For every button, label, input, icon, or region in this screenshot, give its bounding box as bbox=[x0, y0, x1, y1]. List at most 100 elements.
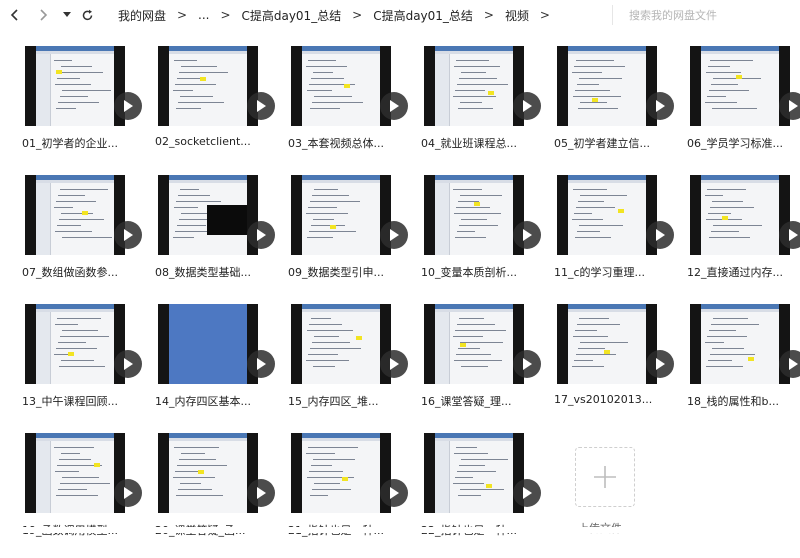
play-icon bbox=[124, 100, 133, 112]
video-thumbnail bbox=[25, 46, 125, 126]
video-file-tile[interactable]: 06_学员学习标准... bbox=[685, 46, 800, 171]
play-button[interactable] bbox=[247, 92, 275, 120]
video-file-tile[interactable]: 22_指针也是一种... bbox=[419, 433, 541, 558]
thumbnail-screen bbox=[302, 433, 380, 513]
thumbnail-screen bbox=[701, 175, 779, 255]
breadcrumb-separator: > bbox=[483, 8, 494, 22]
video-file-tile[interactable]: 01_初学者的企业... bbox=[20, 46, 142, 171]
video-file-tile[interactable]: 12_直接通过内存... bbox=[685, 175, 800, 300]
thumbnail-screen bbox=[568, 304, 646, 384]
video-file-tile[interactable]: 08_数据类型基础... bbox=[153, 175, 275, 300]
video-thumbnail bbox=[158, 304, 258, 384]
thumbnail-screen bbox=[701, 46, 779, 126]
play-button[interactable] bbox=[380, 221, 408, 249]
play-icon bbox=[257, 229, 266, 241]
file-name: 17_vs20102013... bbox=[554, 393, 653, 406]
video-thumbnail bbox=[424, 175, 524, 255]
video-file-tile[interactable]: 04_就业班课程总... bbox=[419, 46, 541, 171]
thumbnail-screen bbox=[169, 175, 247, 255]
video-file-tile[interactable]: 09_数据类型引申... bbox=[286, 175, 408, 300]
thumbnail-screen bbox=[302, 175, 380, 255]
video-thumbnail bbox=[690, 46, 790, 126]
video-file-tile[interactable]: 14_内存四区基本... bbox=[153, 304, 275, 429]
play-button[interactable] bbox=[114, 221, 142, 249]
file-name: 07_数组做函数参... bbox=[22, 266, 118, 279]
video-thumbnail bbox=[291, 46, 391, 126]
play-button[interactable] bbox=[779, 221, 800, 249]
play-button[interactable] bbox=[114, 479, 142, 507]
breadcrumb-item-home[interactable]: 我的网盘 bbox=[116, 7, 168, 24]
breadcrumb-item-ellipsis[interactable]: ... bbox=[196, 8, 211, 22]
search-input[interactable]: 搜索我的网盘文件 bbox=[612, 5, 800, 25]
thumbnail-screen bbox=[169, 46, 247, 126]
back-button[interactable] bbox=[6, 4, 24, 26]
video-thumbnail bbox=[690, 304, 790, 384]
video-file-tile[interactable]: 10_变量本质剖析... bbox=[419, 175, 541, 300]
video-thumbnail bbox=[557, 304, 657, 384]
chevron-right-icon bbox=[40, 9, 48, 21]
thumbnail-screen bbox=[435, 175, 513, 255]
play-button[interactable] bbox=[646, 350, 674, 378]
file-name: 08_数据类型基础... bbox=[155, 266, 251, 279]
video-thumbnail bbox=[25, 304, 125, 384]
play-button[interactable] bbox=[380, 350, 408, 378]
thumbnail-screen bbox=[701, 304, 779, 384]
play-button[interactable] bbox=[779, 350, 800, 378]
video-file-tile[interactable]: 15_内存四区_堆... bbox=[286, 304, 408, 429]
video-file-tile[interactable]: 07_数组做函数参... bbox=[20, 175, 142, 300]
breadcrumb-item-current[interactable]: 视频 bbox=[503, 7, 531, 24]
play-button[interactable] bbox=[247, 350, 275, 378]
refresh-button[interactable] bbox=[78, 4, 96, 26]
play-icon bbox=[523, 229, 532, 241]
video-file-tile[interactable]: 20_课堂答疑_函... bbox=[153, 433, 275, 558]
video-thumbnail bbox=[291, 304, 391, 384]
play-button[interactable] bbox=[380, 479, 408, 507]
play-button[interactable] bbox=[114, 350, 142, 378]
thumbnail-screen bbox=[435, 46, 513, 126]
video-thumbnail bbox=[424, 46, 524, 126]
thumbnail-screen bbox=[568, 46, 646, 126]
history-dropdown-button[interactable] bbox=[60, 4, 74, 26]
play-icon bbox=[390, 358, 399, 370]
play-button[interactable] bbox=[114, 92, 142, 120]
play-button[interactable] bbox=[247, 221, 275, 249]
play-button[interactable] bbox=[779, 92, 800, 120]
video-file-tile[interactable]: 11_c的学习重理... bbox=[552, 175, 674, 300]
file-name: 09_数据类型引申... bbox=[288, 266, 384, 279]
file-name: 13_中午课程回顾... bbox=[22, 395, 118, 408]
video-file-tile[interactable]: 19_函数调用模型... bbox=[20, 433, 142, 558]
video-file-tile[interactable]: 21_指针也是一种... bbox=[286, 433, 408, 558]
play-button[interactable] bbox=[513, 350, 541, 378]
video-thumbnail bbox=[25, 175, 125, 255]
video-file-tile[interactable]: 17_vs20102013... bbox=[552, 304, 674, 429]
video-file-tile[interactable]: 18_栈的属性和b... bbox=[685, 304, 800, 429]
play-icon bbox=[124, 358, 133, 370]
file-name: 11_c的学习重理... bbox=[554, 266, 646, 279]
video-file-tile[interactable]: 02_socketclient... bbox=[153, 46, 275, 171]
play-button[interactable] bbox=[646, 221, 674, 249]
video-thumbnail bbox=[690, 175, 790, 255]
breadcrumb-item-folder[interactable]: C提高day01_总结 bbox=[239, 7, 343, 24]
breadcrumb-item-subfolder[interactable]: C提高day01_总结 bbox=[371, 7, 475, 24]
play-button[interactable] bbox=[380, 92, 408, 120]
video-file-tile[interactable]: 16_课堂答疑_理... bbox=[419, 304, 541, 429]
video-file-tile[interactable]: 13_中午课程回顾... bbox=[20, 304, 142, 429]
video-thumbnail bbox=[291, 433, 391, 513]
play-button[interactable] bbox=[513, 479, 541, 507]
play-icon bbox=[523, 358, 532, 370]
forward-button[interactable] bbox=[34, 4, 52, 26]
play-button[interactable] bbox=[513, 92, 541, 120]
play-icon bbox=[789, 229, 798, 241]
file-name: 01_初学者的企业... bbox=[22, 137, 118, 150]
play-button[interactable] bbox=[513, 221, 541, 249]
upload-button[interactable] bbox=[575, 447, 635, 507]
file-name: 02_socketclient... bbox=[155, 135, 251, 148]
play-icon bbox=[656, 100, 665, 112]
file-name: 03_本套视频总体... bbox=[288, 137, 384, 150]
thumbnail-screen bbox=[36, 304, 114, 384]
breadcrumb-separator: > bbox=[539, 8, 550, 22]
play-button[interactable] bbox=[646, 92, 674, 120]
video-file-tile[interactable]: 05_初学者建立信... bbox=[552, 46, 674, 171]
play-button[interactable] bbox=[247, 479, 275, 507]
video-file-tile[interactable]: 03_本套视频总体... bbox=[286, 46, 408, 171]
